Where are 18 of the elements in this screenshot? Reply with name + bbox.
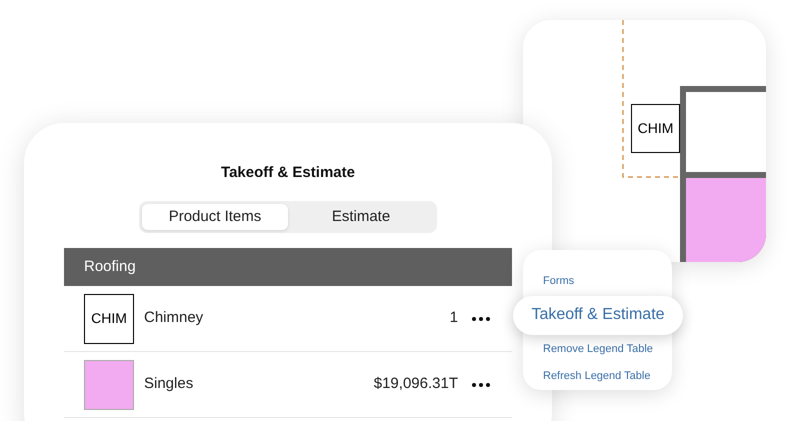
item-name: Singles [144,374,194,394]
item-value: 1 [450,308,458,328]
menu-item[interactable]: Takeoff & Estimate [513,296,683,335]
group-title: Roofing [84,256,136,277]
panel-title: Takeoff & Estimate [221,164,355,182]
tab[interactable]: Estimate [288,204,434,230]
item-name: Chimney [144,308,204,328]
item-row[interactable]: CHIM Chimney 1 [64,286,512,352]
more-icon[interactable] [472,316,490,320]
more-icon[interactable] [472,382,490,386]
menu-item[interactable]: Refresh Legend Table [523,362,672,390]
item-value: $19,096.31T [374,374,458,394]
menu-item[interactable]: Remove Legend Table [523,336,672,363]
menu-item[interactable]: Forms [523,268,672,296]
plan-label: CHIM [638,119,674,138]
symbol-label: CHIM [91,309,127,328]
item-row[interactable]: Singles $19,096.31T [64,352,512,418]
tab[interactable]: Product Items [142,204,288,230]
